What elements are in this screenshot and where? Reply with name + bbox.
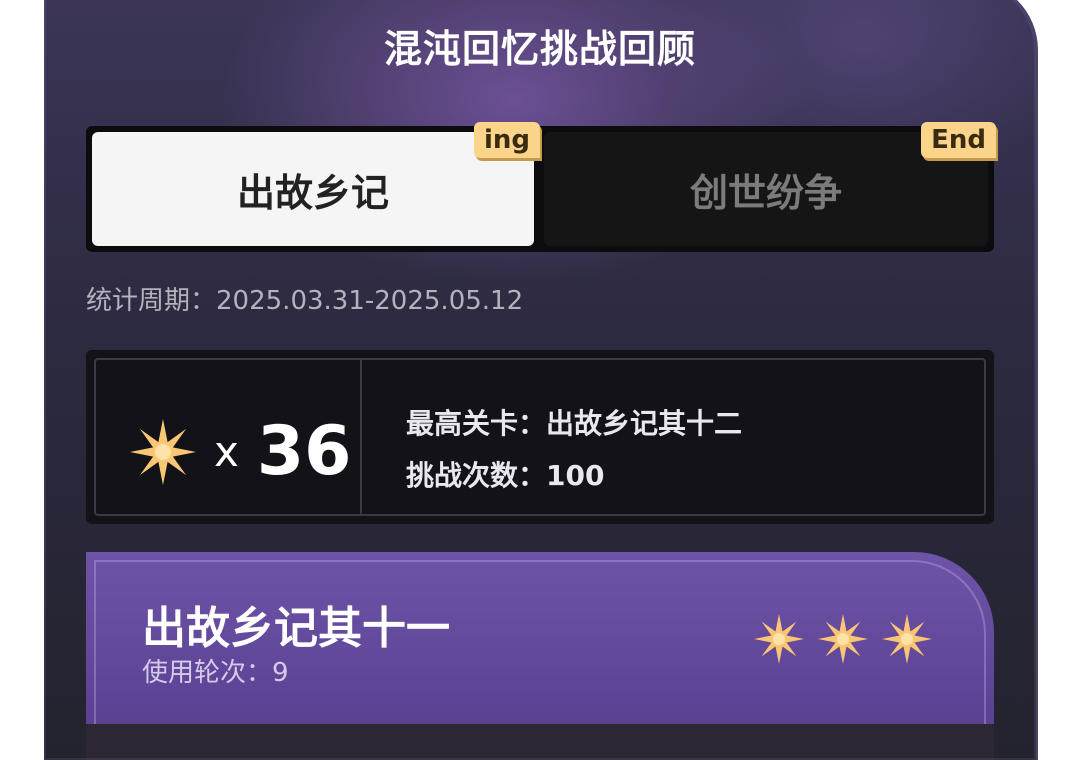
attempts-label: 挑战次数：: [406, 459, 547, 492]
tab-chugu-xiangji[interactable]: 出故乡记 ing: [92, 122, 540, 246]
highest-level: 最高关卡：出故乡记其十二: [406, 402, 742, 442]
star-icon: [754, 614, 804, 664]
page-title: 混沌回忆挑战回顾: [383, 27, 696, 71]
tab-chuangshi-fenzheng[interactable]: 创世纷争 End: [544, 122, 996, 246]
period-value: 2025.03.31-2025.05.12: [216, 286, 524, 316]
level-rounds: 使用轮次：9: [142, 652, 289, 689]
multiply-sign: x: [214, 427, 239, 476]
stats-frame: x 36 最高关卡：出故乡记其十二 挑战次数：100: [94, 358, 986, 516]
card-bottom-strip: [86, 724, 994, 760]
eight-point-star-icon: [130, 418, 196, 485]
rounds-label: 使用轮次：: [142, 658, 273, 688]
attempt-count: 挑战次数：100: [406, 454, 604, 494]
total-stars: x 36: [130, 412, 352, 491]
attempts-value: 100: [546, 459, 605, 492]
star-icon: [818, 614, 868, 664]
star-icon: [882, 614, 932, 664]
tab-label: 出故乡记: [236, 170, 389, 215]
rounds-value: 9: [272, 658, 289, 688]
status-badge-ended: End: [921, 122, 996, 158]
level-stars: [754, 614, 932, 664]
star-count: 36: [256, 412, 352, 491]
stat-period: 统计周期：2025.03.31-2025.05.12: [86, 280, 523, 317]
period-label: 统计周期：: [86, 286, 217, 316]
tab-label: 创世纷争: [689, 170, 842, 215]
status-badge-ongoing: ing: [473, 122, 540, 158]
mode-tabs: 出故乡记 ing 创世纷争 End: [86, 122, 996, 252]
summary-stats: x 36 最高关卡：出故乡记其十二 挑战次数：100: [86, 350, 994, 524]
level-card[interactable]: 出故乡记其十一 使用轮次：9: [86, 552, 994, 760]
review-panel: 混沌回忆挑战回顾 出故乡记 ing 创世纷争 End 统计周期：2025.03.…: [44, 0, 1038, 760]
highest-level-label: 最高关卡：: [406, 407, 547, 440]
highest-level-value: 出故乡记其十二: [546, 407, 743, 440]
divider: [360, 360, 362, 514]
level-name: 出故乡记其十一: [142, 603, 450, 654]
